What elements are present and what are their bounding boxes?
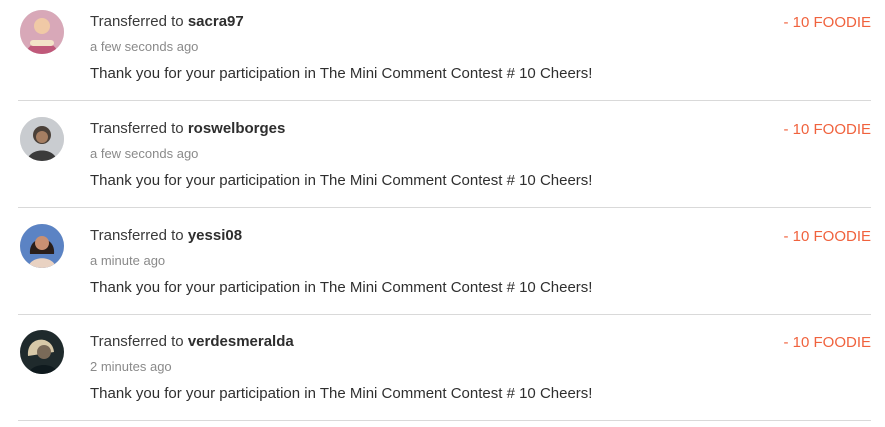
recipient-username[interactable]: sacra97 [188, 13, 244, 30]
recipient-username[interactable]: verdesmeralda [188, 333, 294, 350]
divider [18, 100, 871, 101]
transfer-memo: Thank you for your participation in The … [90, 172, 593, 189]
divider [18, 420, 871, 421]
transfer-memo: Thank you for your participation in The … [90, 385, 593, 402]
transfer-memo: Thank you for your participation in The … [90, 279, 593, 296]
transfer-title: Transferred to roswelborges [90, 119, 285, 139]
recipient-username[interactable]: roswelborges [188, 120, 286, 137]
timestamp: 2 minutes ago [90, 359, 172, 374]
transfer-title: Transferred to sacra97 [90, 12, 244, 32]
list-item: Transferred to roswelborges a few second… [0, 107, 885, 214]
user-avatar-icon[interactable] [20, 10, 64, 54]
transfer-title: Transferred to yessi08 [90, 226, 242, 246]
divider [18, 314, 871, 315]
transfer-memo: Thank you for your participation in The … [90, 65, 593, 82]
divider [18, 207, 871, 208]
list-item: Transferred to verdesmeralda 2 minutes a… [0, 320, 885, 427]
timestamp: a minute ago [90, 253, 166, 268]
transfer-history-list: Transferred to sacra97 a few seconds ago… [0, 0, 885, 427]
timestamp: a few seconds ago [90, 146, 199, 161]
transfer-amount: - 10 FOODIE [783, 121, 871, 138]
recipient-username[interactable]: yessi08 [188, 227, 242, 244]
transfer-prefix: Transferred to [90, 227, 184, 244]
transfer-prefix: Transferred to [90, 333, 184, 350]
transfer-amount: - 10 FOODIE [783, 14, 871, 31]
list-item: Transferred to yessi08 a minute ago Than… [0, 214, 885, 321]
transfer-title: Transferred to verdesmeralda [90, 332, 294, 352]
transfer-prefix: Transferred to [90, 120, 184, 137]
transfer-amount: - 10 FOODIE [783, 334, 871, 351]
list-item: Transferred to sacra97 a few seconds ago… [0, 0, 885, 107]
user-avatar-icon[interactable] [20, 117, 64, 161]
timestamp: a few seconds ago [90, 39, 199, 54]
user-avatar-icon[interactable] [20, 224, 64, 268]
user-avatar-icon[interactable] [20, 330, 64, 374]
transfer-amount: - 10 FOODIE [783, 228, 871, 245]
transfer-prefix: Transferred to [90, 13, 184, 30]
